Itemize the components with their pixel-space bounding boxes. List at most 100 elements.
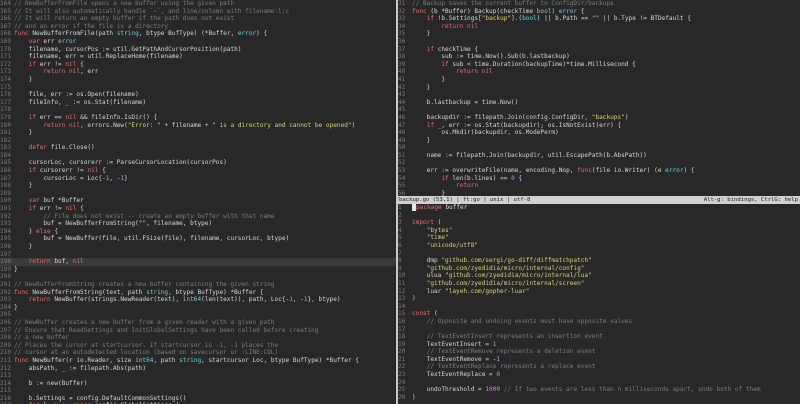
code-line[interactable]: 216 b.Settings = config.DefaultCommonSet… [0, 395, 396, 403]
code-line[interactable]: 24 [398, 379, 800, 387]
code-line[interactable]: 53 err := overwriteFile(name, encoding.N… [398, 167, 800, 175]
code-line[interactable]: 9 "github.com/zyedidia/micro/internal/co… [398, 265, 800, 273]
code-line[interactable]: 168 func NewBufferFromFile(path string, b… [0, 30, 396, 38]
code-line[interactable]: 200 [0, 273, 396, 281]
code-line[interactable]: 43 [398, 91, 800, 99]
code-line[interactable]: 55 return [398, 182, 800, 190]
code-line[interactable]: 182 [0, 137, 396, 145]
code-line[interactable]: 19 TextEventInsert = 1 [398, 341, 800, 349]
code-line[interactable]: 39 if sub < time.Duration(backupTime)*ti… [398, 61, 800, 69]
code-line[interactable]: 212 absPath, _ := filepath.Abs(path) [0, 365, 396, 373]
code-line[interactable]: 41 } [398, 76, 800, 84]
code-line[interactable]: 46 backupdir := filepath.Join(config.Con… [398, 114, 800, 122]
code-line[interactable]: 42 } [398, 84, 800, 92]
code-line[interactable]: 15 const ( [398, 310, 800, 318]
code-line[interactable]: 203 return NewBuffer(strings.NewReader(t… [0, 296, 396, 304]
code-line[interactable]: 180 return nil, errors.New("Error: " + f… [0, 122, 396, 130]
code-line[interactable]: 40 return nil [398, 68, 800, 76]
code-line[interactable]: 1 package buffer [398, 204, 800, 212]
code-line[interactable]: 13) [398, 295, 800, 303]
code-line[interactable]: 4 "bytes" [398, 227, 800, 235]
code-line[interactable]: 179 if err == nil && fileInfo.IsDir() { [0, 114, 396, 122]
code-line[interactable]: 187 cursorLoc = Loc{-1, -1} [0, 175, 396, 183]
code-line[interactable]: 6 "unicode/utf8" [398, 242, 800, 250]
left-editor-pane[interactable]: 164// NewBufferFromFile opens a new buff… [0, 0, 396, 404]
code-line[interactable]: 2 [398, 212, 800, 220]
code-line[interactable]: 38 sub := time.Now().Sub(b.lastbackup) [398, 53, 800, 61]
code-line[interactable]: 50 [398, 144, 800, 152]
code-line[interactable]: 188 } [0, 182, 396, 190]
code-line[interactable]: 191 if err != nil { [0, 205, 396, 213]
code-line[interactable]: 190 var buf *Buffer [0, 197, 396, 205]
code-line[interactable]: 198 return buf, nil [0, 258, 396, 266]
code-line[interactable]: 47 if _, err := os.Stat(backupdir); os.I… [398, 122, 800, 130]
code-line[interactable]: 18 // TextEventInsert represents an inse… [398, 333, 800, 341]
code-line[interactable]: 167// and an error if the file is a dire… [0, 23, 396, 31]
code-line[interactable]: 31 // Backup saves the current buffer to … [398, 0, 800, 8]
code-line[interactable]: 205 [0, 311, 396, 319]
code-line[interactable]: 181 } [0, 129, 396, 137]
code-line[interactable]: 48 os.Mkdir(backupdir, os.ModePerm) [398, 129, 800, 137]
code-line[interactable]: 35 } [398, 30, 800, 38]
code-line[interactable]: 199} [0, 266, 396, 274]
code-line[interactable]: 189 [0, 190, 396, 198]
code-line[interactable]: 51 name := filepath.Join(backupdir, util… [398, 152, 800, 160]
code-line[interactable]: 186 if cursorerr != nil { [0, 167, 396, 175]
code-line[interactable]: 26) [398, 394, 800, 402]
code-line[interactable]: 178 [0, 106, 396, 114]
code-line[interactable]: 7 [398, 250, 800, 258]
code-line[interactable]: 52 [398, 159, 800, 167]
code-line[interactable]: 12 luar "layeh.com/gopher-luar" [398, 288, 800, 296]
code-line[interactable]: 32 func (b *Buffer) Backup(checkTime bool… [398, 8, 800, 16]
code-line[interactable]: 207// Ensure that ReadSettings and InitG… [0, 327, 396, 335]
code-line[interactable]: 177 fileInfo, _ := os.Stat(filename) [0, 99, 396, 107]
right-top-editor-pane[interactable]: 31 // Backup saves the current buffer to … [398, 0, 800, 196]
code-line[interactable]: 185 cursorLoc, cursorerr := ParseCursorL… [0, 159, 396, 167]
code-line[interactable]: 176 file, err := os.Open(filename) [0, 91, 396, 99]
code-line[interactable]: 210// cursor at an autodetected location… [0, 349, 396, 357]
right-bottom-editor-pane[interactable]: 1 package buffer 2 3 import (4 "bytes" 5 "tim… [398, 204, 800, 404]
code-line[interactable]: 175 [0, 84, 396, 92]
code-line[interactable]: 37 if checkTime { [398, 46, 800, 54]
code-line[interactable]: 11 "github.com/zyedidia/micro/internal/s… [398, 280, 800, 288]
code-line[interactable]: 172 if err != nil { [0, 61, 396, 69]
code-line[interactable]: 214 b := new(Buffer) [0, 380, 396, 388]
code-line[interactable]: 10 ulua "github.com/zyedidia/micro/inter… [398, 272, 800, 280]
code-line[interactable]: 170 filename, cursorPos := util.GetPathA… [0, 46, 396, 54]
code-line[interactable]: 194 } else { [0, 228, 396, 236]
code-line[interactable]: 54 if len(b.lines) == 0 { [398, 175, 800, 183]
code-line[interactable]: 193 buf = NewBufferFromString("", filena… [0, 220, 396, 228]
code-line[interactable]: 25 undoThreshold = 1000 // If two events… [398, 386, 800, 394]
code-line[interactable]: 184 [0, 152, 396, 160]
code-line[interactable]: 201// NewBufferFromString creates a new … [0, 281, 396, 289]
code-line[interactable]: 213 [0, 372, 396, 380]
code-line[interactable]: 195 buf = NewBuffer(file, util.FSize(fil… [0, 235, 396, 243]
code-line[interactable]: 33 if !b.Settings["backup"].(bool) || b.… [398, 15, 800, 23]
code-line[interactable]: 34 return nil [398, 23, 800, 31]
code-line[interactable]: 208// a new buffer [0, 334, 396, 342]
code-line[interactable]: 196 } [0, 243, 396, 251]
code-line[interactable]: 202 func NewBufferFromString(text, path s… [0, 289, 396, 297]
code-line[interactable]: 49 } [398, 137, 800, 145]
code-line[interactable]: 17 [398, 326, 800, 334]
code-line[interactable]: 204} [0, 304, 396, 312]
code-line[interactable]: 173 return nil, err [0, 68, 396, 76]
code-line[interactable]: 206// NewBuffer creates a new buffer fro… [0, 319, 396, 327]
code-line[interactable]: 209// Places the cursor at startcursor. … [0, 342, 396, 350]
code-line[interactable]: 16 // Opposite and undoing events must h… [398, 318, 800, 326]
code-line[interactable]: 21 TextEventRemove = -1 [398, 356, 800, 364]
code-line[interactable]: 44 b.lastbackup = time.Now() [398, 99, 800, 107]
code-line[interactable]: 211 func NewBuffer(r io.Reader, size int6… [0, 357, 396, 365]
code-line[interactable]: 164// NewBufferFromFile opens a new buff… [0, 0, 396, 8]
code-line[interactable]: 197 [0, 251, 396, 259]
code-line[interactable]: 166// It will return an empty buffer if … [0, 15, 396, 23]
code-line[interactable]: 171 filename, err = util.ReplaceHome(fil… [0, 53, 396, 61]
code-line[interactable]: 14 [398, 303, 800, 311]
code-line[interactable]: 192 // File does not exist -- create an … [0, 213, 396, 221]
code-line[interactable]: 8 dmp "github.com/sergi/go-diff/diffmatc… [398, 257, 800, 265]
code-line[interactable]: 169 var err error [0, 38, 396, 46]
code-line[interactable]: 183 defer file.Close() [0, 144, 396, 152]
code-line[interactable]: 165// It will also automatically handle … [0, 8, 396, 16]
code-line[interactable]: 3 import ( [398, 219, 800, 227]
code-line[interactable]: 45 [398, 106, 800, 114]
